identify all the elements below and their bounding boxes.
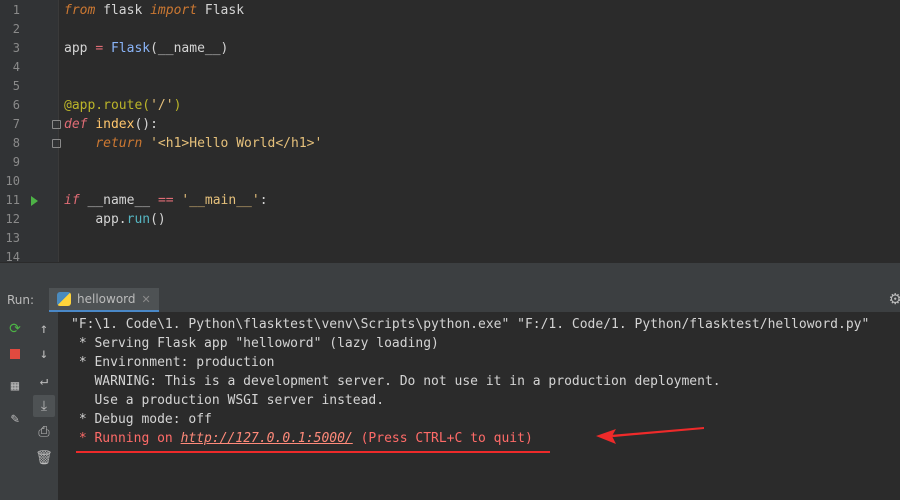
code-line-7[interactable]: 7 def index():	[0, 115, 900, 134]
console-output[interactable]: "F:\1. Code\1. Python\flasktest\venv\Scr…	[58, 312, 900, 500]
code-text: def index():	[64, 117, 158, 132]
code-line-10[interactable]: 10	[0, 172, 900, 191]
run-toolbar: Run: helloword ✕ ⚙	[0, 288, 900, 313]
down-arrow-icon[interactable]: ↓	[33, 343, 55, 365]
code-text: return '<h1>Hello World</h1>'	[95, 136, 323, 151]
soft-wrap-icon[interactable]: ↵	[33, 370, 55, 392]
line-number: 9	[12, 155, 20, 169]
fold-icon[interactable]	[52, 139, 61, 148]
line-number: 7	[12, 117, 20, 131]
annotation-underline	[76, 451, 550, 453]
layout-icon[interactable]: ▦	[4, 375, 26, 397]
scroll-to-end-icon[interactable]: ⤓	[33, 395, 55, 417]
console-line: Use a production WSGI server instead.	[71, 393, 385, 408]
code-line-8[interactable]: 8 return '<h1>Hello World</h1>'	[0, 134, 900, 153]
line-number: 12	[5, 212, 20, 226]
trash-icon[interactable]: 🗑	[33, 447, 55, 469]
code-line-5[interactable]: 5	[0, 77, 900, 96]
run-toolstrip: ⟳ ▦ ✎	[0, 312, 31, 500]
code-text: from flask import Flask	[64, 3, 245, 18]
stop-button[interactable]	[4, 343, 26, 365]
annotation-arrow-icon	[596, 427, 704, 444]
console-line: "F:\1. Code\1. Python\flasktest\venv\Scr…	[71, 317, 870, 332]
console-toolstrip: ↑ ↓ ↵ ⤓ ⎙ 🗑	[30, 312, 59, 500]
close-icon[interactable]: ✕	[142, 293, 151, 306]
pin-icon[interactable]: ✎	[4, 408, 26, 430]
line-number: 1	[12, 3, 20, 17]
server-url-link[interactable]: http://127.0.0.1:5000/	[181, 431, 353, 446]
line-number: 2	[12, 22, 20, 36]
code-text: if __name__ == '__main__':	[64, 193, 268, 208]
code-line-4[interactable]: 4	[0, 58, 900, 77]
code-text: @app.route('/')	[64, 98, 182, 113]
run-tab-helloword[interactable]: helloword ✕	[49, 288, 159, 312]
code-line-11[interactable]: 11 if __name__ == '__main__':	[0, 191, 900, 210]
line-number: 6	[12, 98, 20, 112]
line-number: 14	[5, 250, 20, 262]
console-line: WARNING: This is a development server. D…	[71, 374, 721, 389]
code-editor[interactable]: 1 from flask import Flask 2 3 app = Flas…	[0, 0, 900, 262]
code-line-1[interactable]: 1 from flask import Flask	[0, 1, 900, 20]
code-line-14[interactable]: 14	[0, 248, 900, 262]
code-line-12[interactable]: 12 app.run()	[0, 210, 900, 229]
running-prefix: * Running on	[71, 431, 181, 446]
fold-icon[interactable]	[52, 120, 61, 129]
console-line: * Environment: production	[71, 355, 275, 370]
run-tab-label: helloword	[77, 292, 136, 306]
line-number: 11	[5, 193, 20, 207]
gear-icon[interactable]: ⚙	[889, 290, 900, 308]
stop-icon	[10, 349, 20, 359]
rerun-icon[interactable]: ⟳	[4, 318, 26, 340]
code-line-6[interactable]: 6 @app.route('/')	[0, 96, 900, 115]
code-line-9[interactable]: 9	[0, 153, 900, 172]
code-text: app = Flask(__name__)	[64, 41, 229, 56]
console-line-running: * Running on http://127.0.0.1:5000/ (Pre…	[71, 429, 533, 448]
line-number: 5	[12, 79, 20, 93]
line-number: 10	[5, 174, 20, 188]
console-line: * Serving Flask app "helloword" (lazy lo…	[71, 336, 439, 351]
line-number: 3	[12, 41, 20, 55]
print-icon[interactable]: ⎙	[33, 421, 55, 443]
running-suffix: (Press CTRL+C to quit)	[352, 431, 533, 446]
line-number: 4	[12, 60, 20, 74]
python-icon	[57, 292, 71, 306]
code-line-13[interactable]: 13	[0, 229, 900, 248]
run-gutter-icon[interactable]	[31, 196, 38, 206]
code-line-2[interactable]: 2	[0, 20, 900, 39]
up-arrow-icon[interactable]: ↑	[33, 318, 55, 340]
line-number: 8	[12, 136, 20, 150]
run-label: Run:	[7, 293, 35, 307]
code-line-3[interactable]: 3 app = Flask(__name__)	[0, 39, 900, 58]
console-line: * Debug mode: off	[71, 412, 212, 427]
line-number: 13	[5, 231, 20, 245]
panel-divider[interactable]	[0, 262, 900, 289]
code-text: app.run()	[95, 212, 166, 227]
